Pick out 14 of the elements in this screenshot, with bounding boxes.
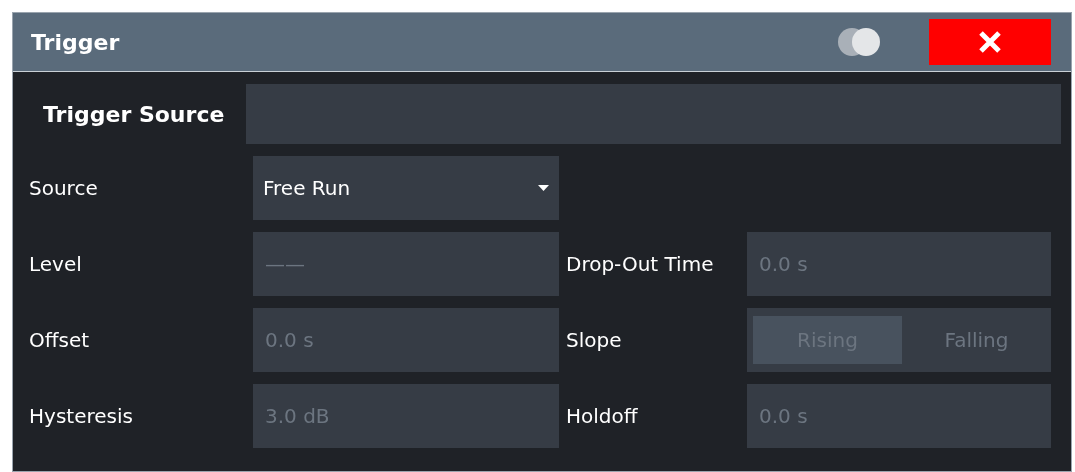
caret-icon: [538, 185, 549, 191]
tab[interactable]: Trigger Source: [21, 84, 247, 144]
field-label: Level: [28, 251, 83, 278]
toggle-icon: [837, 27, 881, 57]
source-dropdown[interactable]: Free Run: [253, 156, 559, 220]
field-label: Source: [28, 175, 99, 202]
close-button[interactable]: [929, 19, 1051, 65]
field-label: Slope: [565, 327, 623, 354]
field-label: Holdoff: [565, 403, 639, 430]
field-label: Offset: [28, 327, 91, 354]
field-label: Drop-Out Time: [565, 251, 715, 278]
field-label: Hysteresis: [28, 403, 134, 430]
close-icon: [978, 30, 1002, 54]
window-title: Trigger: [31, 29, 121, 55]
